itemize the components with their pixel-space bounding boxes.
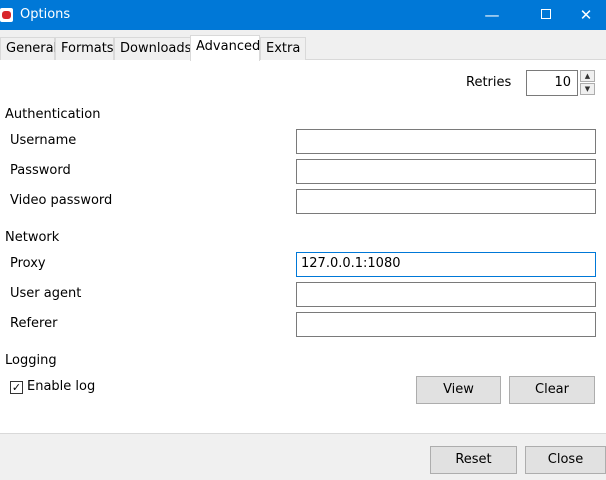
network-group-title: Network <box>5 230 60 245</box>
tab-formats[interactable]: Formats <box>55 37 114 60</box>
logging-group-title: Logging <box>5 353 57 368</box>
window-title: Options <box>20 7 71 22</box>
user-agent-label: User agent <box>10 286 82 301</box>
referer-field[interactable] <box>296 312 596 337</box>
video-password-field[interactable] <box>296 189 596 214</box>
proxy-label: Proxy <box>10 256 46 271</box>
close-button[interactable]: Close <box>525 446 606 474</box>
retries-label: Retries <box>466 75 512 90</box>
minimize-icon: — <box>484 6 500 24</box>
tab-strip: General Formats Downloads Advanced Extra <box>0 30 606 61</box>
reset-button[interactable]: Reset <box>430 446 517 474</box>
password-label: Password <box>10 163 71 178</box>
arrow-down-icon: ▼ <box>584 85 591 93</box>
maximize-button[interactable] <box>523 0 569 30</box>
authentication-group-title: Authentication <box>5 107 101 122</box>
app-icon <box>0 8 13 22</box>
title-bar: Options — ✕ <box>0 0 606 30</box>
clear-log-button[interactable]: Clear <box>509 376 595 404</box>
minimize-button[interactable]: — <box>469 0 515 30</box>
retries-input[interactable]: 10 <box>526 70 578 96</box>
retries-spinner: 10 ▲ ▼ <box>526 70 596 96</box>
tab-general[interactable]: General <box>0 37 57 60</box>
enable-log-checkbox[interactable]: ✓ <box>10 381 23 394</box>
view-log-button[interactable]: View <box>416 376 501 404</box>
tab-advanced[interactable]: Advanced <box>190 35 260 61</box>
tab-extra[interactable]: Extra <box>260 37 306 60</box>
video-password-label: Video password <box>10 193 113 208</box>
referer-label: Referer <box>10 316 58 331</box>
arrow-up-icon: ▲ <box>584 72 591 80</box>
username-label: Username <box>10 133 77 148</box>
checkmark-icon: ✓ <box>11 381 22 394</box>
enable-log-label[interactable]: Enable log <box>27 379 95 394</box>
password-field[interactable] <box>296 159 596 184</box>
close-icon: ✕ <box>579 6 593 24</box>
maximize-icon <box>541 9 551 19</box>
retries-up-button[interactable]: ▲ <box>580 70 595 82</box>
close-window-button[interactable]: ✕ <box>566 0 606 30</box>
tab-downloads[interactable]: Downloads <box>114 37 191 60</box>
username-field[interactable] <box>296 129 596 154</box>
user-agent-field[interactable] <box>296 282 596 307</box>
proxy-field[interactable]: 127.0.0.1:1080 <box>296 252 596 277</box>
retries-down-button[interactable]: ▼ <box>580 83 595 95</box>
